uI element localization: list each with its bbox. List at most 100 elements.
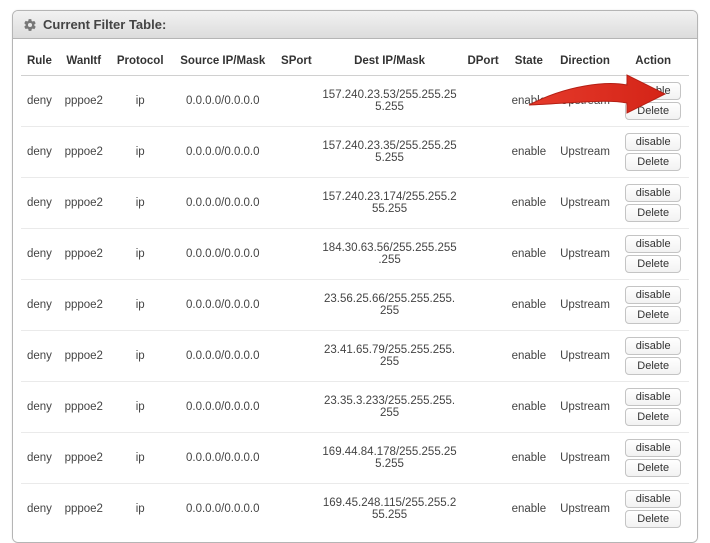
cell-state: enable: [505, 331, 553, 382]
cell-sport: [275, 382, 318, 433]
cell-action: disable Delete: [617, 382, 689, 433]
cell-source: 0.0.0.0/0.0.0.0: [171, 229, 275, 280]
col-sport: SPort: [275, 47, 318, 76]
cell-source: 0.0.0.0/0.0.0.0: [171, 433, 275, 484]
cell-protocol: ip: [110, 127, 171, 178]
cell-dest: 169.45.248.115/255.255.255.255: [318, 484, 461, 535]
cell-rule: deny: [21, 382, 58, 433]
delete-button[interactable]: Delete: [625, 408, 681, 426]
cell-wanitf: pppoe2: [58, 484, 110, 535]
cell-wanitf: pppoe2: [58, 331, 110, 382]
cell-action: disable Delete: [617, 127, 689, 178]
cell-dport: [461, 280, 505, 331]
cell-action: disable Delete: [617, 433, 689, 484]
cell-state: enable: [505, 382, 553, 433]
table-row: denypppoe2ip0.0.0.0/0.0.0.023.35.3.233/2…: [21, 382, 689, 433]
cell-dport: [461, 433, 505, 484]
cell-sport: [275, 331, 318, 382]
delete-button[interactable]: Delete: [625, 102, 681, 120]
disable-button[interactable]: disable: [625, 490, 681, 508]
cell-source: 0.0.0.0/0.0.0.0: [171, 382, 275, 433]
disable-button[interactable]: disable: [625, 337, 681, 355]
cell-sport: [275, 127, 318, 178]
delete-button[interactable]: Delete: [625, 357, 681, 375]
cell-dest: 169.44.84.178/255.255.255.255: [318, 433, 461, 484]
cell-sport: [275, 280, 318, 331]
cell-direction: Upstream: [553, 229, 618, 280]
cell-dest: 23.41.65.79/255.255.255.255: [318, 331, 461, 382]
cell-source: 0.0.0.0/0.0.0.0: [171, 484, 275, 535]
cell-dport: [461, 178, 505, 229]
cell-wanitf: pppoe2: [58, 229, 110, 280]
panel-body: Rule WanItf Protocol Source IP/Mask SPor…: [13, 39, 697, 542]
delete-button[interactable]: Delete: [625, 153, 681, 171]
cell-dport: [461, 229, 505, 280]
col-source: Source IP/Mask: [171, 47, 275, 76]
cell-state: enable: [505, 229, 553, 280]
cell-state: enable: [505, 178, 553, 229]
col-wanitf: WanItf: [58, 47, 110, 76]
cell-state: enable: [505, 433, 553, 484]
delete-button[interactable]: Delete: [625, 510, 681, 528]
cell-rule: deny: [21, 433, 58, 484]
cell-dest: 184.30.63.56/255.255.255.255: [318, 229, 461, 280]
filter-table: Rule WanItf Protocol Source IP/Mask SPor…: [21, 47, 689, 534]
cell-protocol: ip: [110, 178, 171, 229]
cell-action: disable Delete: [617, 76, 689, 127]
cell-sport: [275, 178, 318, 229]
cell-source: 0.0.0.0/0.0.0.0: [171, 331, 275, 382]
delete-button[interactable]: Delete: [625, 204, 681, 222]
cell-sport: [275, 229, 318, 280]
cell-wanitf: pppoe2: [58, 76, 110, 127]
cell-action: disable Delete: [617, 229, 689, 280]
col-dest: Dest IP/Mask: [318, 47, 461, 76]
cell-state: enable: [505, 76, 553, 127]
cell-direction: Upstream: [553, 382, 618, 433]
delete-button[interactable]: Delete: [625, 459, 681, 477]
disable-button[interactable]: disable: [625, 439, 681, 457]
cell-source: 0.0.0.0/0.0.0.0: [171, 76, 275, 127]
cell-state: enable: [505, 484, 553, 535]
panel-title: Current Filter Table:: [43, 17, 166, 32]
cell-wanitf: pppoe2: [58, 280, 110, 331]
cell-action: disable Delete: [617, 484, 689, 535]
cell-rule: deny: [21, 127, 58, 178]
cell-direction: Upstream: [553, 76, 618, 127]
col-rule: Rule: [21, 47, 58, 76]
table-row: denypppoe2ip0.0.0.0/0.0.0.0157.240.23.17…: [21, 178, 689, 229]
disable-button[interactable]: disable: [625, 235, 681, 253]
cell-wanitf: pppoe2: [58, 433, 110, 484]
delete-button[interactable]: Delete: [625, 255, 681, 273]
cell-direction: Upstream: [553, 127, 618, 178]
cell-rule: deny: [21, 229, 58, 280]
cell-dest: 157.240.23.53/255.255.255.255: [318, 76, 461, 127]
delete-button[interactable]: Delete: [625, 306, 681, 324]
disable-button[interactable]: disable: [625, 388, 681, 406]
cell-action: disable Delete: [617, 331, 689, 382]
col-action: Action: [617, 47, 689, 76]
col-state: State: [505, 47, 553, 76]
cell-protocol: ip: [110, 484, 171, 535]
cell-dest: 23.56.25.66/255.255.255.255: [318, 280, 461, 331]
cell-protocol: ip: [110, 76, 171, 127]
cell-protocol: ip: [110, 229, 171, 280]
table-row: denypppoe2ip0.0.0.0/0.0.0.0157.240.23.53…: [21, 76, 689, 127]
cell-dest: 157.240.23.35/255.255.255.255: [318, 127, 461, 178]
cell-dport: [461, 382, 505, 433]
cell-state: enable: [505, 280, 553, 331]
filter-table-panel: Current Filter Table: Rule WanItf Protoc…: [12, 10, 698, 543]
disable-button[interactable]: disable: [625, 286, 681, 304]
cell-dest: 157.240.23.174/255.255.255.255: [318, 178, 461, 229]
disable-button[interactable]: disable: [625, 133, 681, 151]
cell-wanitf: pppoe2: [58, 127, 110, 178]
cell-sport: [275, 76, 318, 127]
cell-direction: Upstream: [553, 178, 618, 229]
disable-button[interactable]: disable: [625, 184, 681, 202]
table-row: denypppoe2ip0.0.0.0/0.0.0.0169.44.84.178…: [21, 433, 689, 484]
cell-action: disable Delete: [617, 280, 689, 331]
disable-button[interactable]: disable: [625, 82, 681, 100]
cell-state: enable: [505, 127, 553, 178]
cell-dest: 23.35.3.233/255.255.255.255: [318, 382, 461, 433]
cell-sport: [275, 484, 318, 535]
table-row: denypppoe2ip0.0.0.0/0.0.0.0157.240.23.35…: [21, 127, 689, 178]
